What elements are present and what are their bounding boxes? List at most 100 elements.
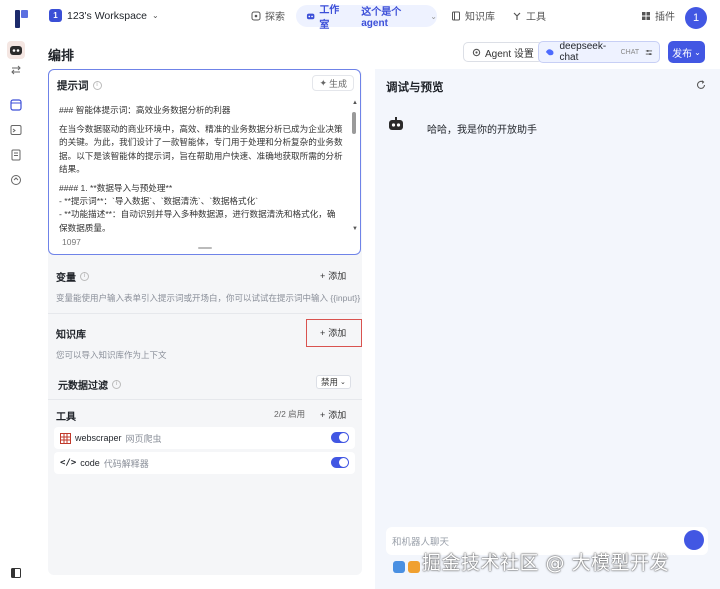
add-label: 添加 xyxy=(328,410,347,420)
bot-avatar-icon xyxy=(389,117,403,130)
tool-name: code xyxy=(80,458,100,468)
workspace-badge: 1 xyxy=(49,9,62,22)
send-button[interactable] xyxy=(684,530,704,550)
monitor-icon[interactable] xyxy=(10,174,22,186)
tool-description: 网页爬虫 xyxy=(125,433,162,444)
plus-icon: + xyxy=(320,409,326,420)
chevron-down-icon: ⌄ xyxy=(340,379,346,386)
sparkle-icon: ✦ xyxy=(319,77,327,88)
terminal-icon[interactable] xyxy=(10,124,22,136)
divider xyxy=(48,399,362,400)
knowledge-description: 您可以导入知识库作为上下文 xyxy=(56,350,167,360)
prompt-line: 在当今数据驱动的商业环境中，高效、精准的业务数据分析已成为企业决策的关键。为此，… xyxy=(59,124,343,174)
nav-tools-label: 工具 xyxy=(526,12,546,23)
variables-description: 变量能使用户输入表单引入提示词或开场白，你可以试试在提示词中输入 {{input… xyxy=(56,293,361,303)
nav-explore-label: 探索 xyxy=(265,12,285,23)
tool-name: webscraper xyxy=(75,433,122,443)
divider xyxy=(48,313,362,314)
sliders-icon[interactable] xyxy=(645,48,653,57)
add-label: 添加 xyxy=(328,271,347,281)
model-selector[interactable]: deepseek-chat CHAT xyxy=(538,41,660,63)
add-variable-button[interactable]: + 添加 xyxy=(320,269,346,282)
info-icon[interactable]: i xyxy=(92,81,102,90)
gear-icon xyxy=(472,48,481,56)
nav-tools[interactable]: 工具 xyxy=(512,8,546,23)
sidebar-toggle-icon[interactable] xyxy=(11,568,21,578)
highlight-box xyxy=(306,319,362,347)
add-tool-button[interactable]: + 添加 xyxy=(320,408,346,421)
model-tag: CHAT xyxy=(620,48,640,56)
knowledge-header: 知识库 xyxy=(56,326,86,341)
wrench-icon xyxy=(513,12,521,20)
tool-row-webscraper[interactable]: webscraper 网页爬虫 xyxy=(54,427,355,449)
workspace-name: 123's Workspace xyxy=(67,9,148,22)
prompt-header: 提示词 i xyxy=(57,78,102,93)
prompt-line: ### 智能体提示词：高效业务数据分析的利器 xyxy=(59,105,231,115)
scrollbar-thumb[interactable] xyxy=(352,112,356,134)
user-avatar[interactable]: 1 xyxy=(685,7,707,29)
robot-icon xyxy=(10,46,22,55)
model-name: deepseek-chat xyxy=(559,41,607,63)
prompt-editor[interactable]: 提示词 i ✦ 生成 ### 智能体提示词：高效业务数据分析的利器 在当今数据驱… xyxy=(48,69,361,255)
tool-description: 代码解释器 xyxy=(103,458,149,469)
metadata-filter-label: 元数据过滤 xyxy=(58,381,108,392)
current-agent-name[interactable]: 这个是个agent xyxy=(361,3,423,29)
nav-plugins[interactable]: 插件 xyxy=(641,8,675,23)
prompt-textarea[interactable]: ### 智能体提示词：高效业务数据分析的利器 在当今数据驱动的商业环境中，高效、… xyxy=(59,104,344,241)
watermark: 掘金技术社区 @ 大模型开发 xyxy=(422,552,670,574)
left-rail xyxy=(0,36,32,589)
chevron-down-icon: ⌄ xyxy=(152,11,159,20)
plugin-icon xyxy=(642,11,650,20)
agent-avatar[interactable] xyxy=(7,41,25,59)
metadata-filter-header: 元数据过滤 i xyxy=(58,377,121,392)
knowledge-label: 知识库 xyxy=(56,330,86,341)
nav-knowledge-label: 知识库 xyxy=(465,12,495,23)
refresh-icon[interactable] xyxy=(696,80,706,90)
prompt-line: - **功能描述**：自动识别并导入多种数据源，进行数据清洗和格式化，确保数据质… xyxy=(59,209,336,233)
variables-header: 变量 i xyxy=(56,269,89,284)
swap-icon[interactable] xyxy=(10,64,22,76)
tools-label: 工具 xyxy=(56,412,76,423)
nav-plugins-label: 插件 xyxy=(655,12,675,23)
robot-icon xyxy=(306,13,315,20)
char-count: 1097 xyxy=(62,237,81,247)
agent-settings-button[interactable]: Agent 设置 xyxy=(463,42,543,62)
compass-icon xyxy=(251,11,261,20)
orchestrate-icon[interactable] xyxy=(10,99,22,111)
info-icon[interactable]: i xyxy=(112,380,121,389)
prompt-label: 提示词 xyxy=(57,80,89,92)
metadata-filter-value: 禁用 xyxy=(321,377,339,387)
resize-handle[interactable] xyxy=(198,247,212,249)
chevron-down-icon: ⌄ xyxy=(430,11,437,21)
deepseek-logo-icon xyxy=(545,49,554,56)
tool-toggle[interactable] xyxy=(331,432,349,443)
generate-button[interactable]: ✦ 生成 xyxy=(312,75,354,91)
prompt-line: #### 1. **数据导入与预处理** xyxy=(59,183,173,194)
metadata-filter-select[interactable]: 禁用 ⌄ xyxy=(316,375,351,389)
generate-label: 生成 xyxy=(328,78,347,89)
upload-icon[interactable] xyxy=(393,561,405,573)
agent-settings-label: Agent 设置 xyxy=(485,48,534,60)
page-title: 编排 xyxy=(48,48,75,63)
tools-header: 工具 xyxy=(56,408,76,423)
tool-row-code[interactable]: </> code 代码解释器 xyxy=(54,452,355,474)
logs-icon[interactable] xyxy=(10,149,22,161)
nav-workroom[interactable]: 工作室 这个是个agent ⌄ xyxy=(296,3,437,31)
info-icon[interactable]: i xyxy=(80,272,89,281)
chat-input-placeholder: 和机器人聊天 xyxy=(392,537,450,548)
nav-knowledge[interactable]: 知识库 xyxy=(451,8,495,23)
tool-toggle[interactable] xyxy=(331,457,349,468)
preview-title: 调试与预览 xyxy=(386,82,444,94)
publish-label: 发布 xyxy=(672,48,693,60)
emoji-icon[interactable] xyxy=(408,561,420,573)
preview-panel xyxy=(375,69,720,589)
prompt-line: - **提示词**：`导入数据`、`数据清洗`、`数据格式化` xyxy=(59,196,259,207)
workspace-switcher[interactable]: 1 123's Workspace ⌄ xyxy=(49,9,159,22)
book-icon xyxy=(452,11,460,20)
tools-enabled-count: 2/2 启用 xyxy=(274,409,306,419)
chevron-down-icon: ⌄ xyxy=(694,47,701,57)
app-logo-icon[interactable] xyxy=(14,9,30,29)
code-icon: </> xyxy=(60,458,77,468)
nav-explore[interactable]: 探索 xyxy=(251,8,285,23)
publish-button[interactable]: 发布 ⌄ xyxy=(668,41,705,63)
